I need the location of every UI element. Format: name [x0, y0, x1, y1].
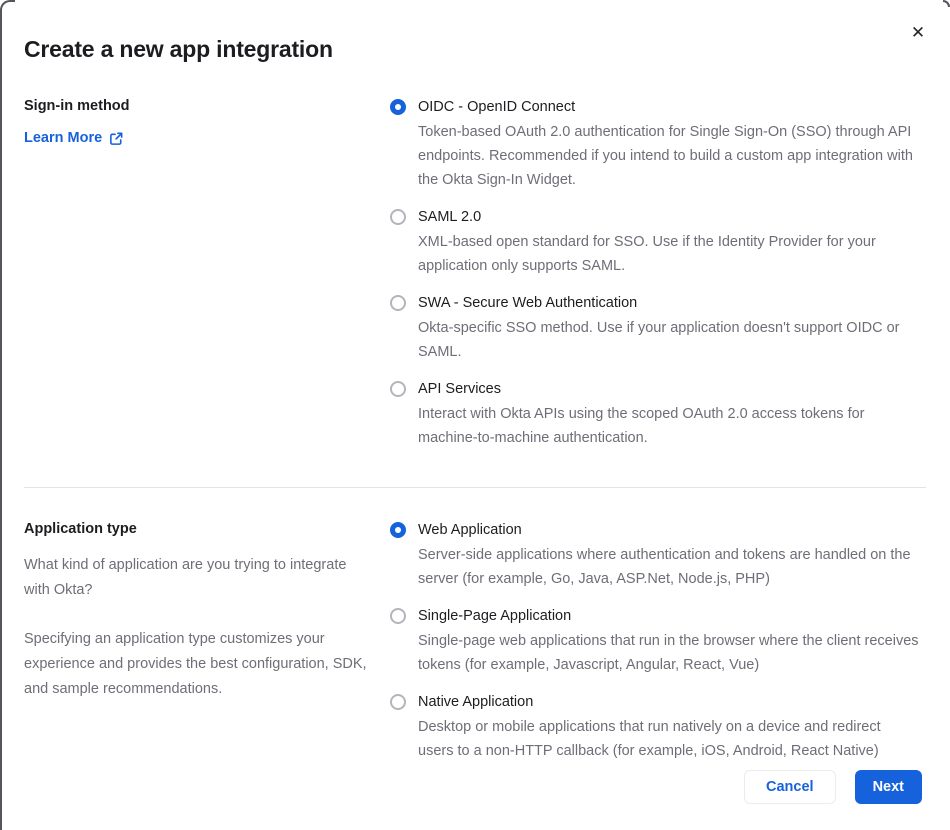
radio-option-web-application[interactable]: Web Application Server-side applications… [390, 519, 926, 591]
radio-option-label: API Services [418, 381, 501, 397]
radio-option-swa[interactable]: SWA - Secure Web Authentication Okta-spe… [390, 292, 926, 364]
radio-option-api-services[interactable]: API Services Interact with Okta APIs usi… [390, 378, 926, 450]
radio-option-description: Single-page web applications that run in… [418, 633, 919, 673]
application-type-label: Application type [24, 521, 137, 537]
window-left-border [0, 9, 2, 830]
learn-more-label: Learn More [24, 130, 103, 146]
radio-option-native-application[interactable]: Native Application Desktop or mobile app… [390, 691, 926, 763]
radio-option-description: Interact with Okta APIs using the scoped… [418, 406, 865, 446]
radio-option-description: Token-based OAuth 2.0 authentication for… [418, 124, 913, 188]
signin-method-label: Sign-in method [24, 98, 130, 114]
application-type-section: Application type What kind of applicatio… [24, 519, 926, 777]
close-icon: ✕ [910, 22, 926, 42]
cancel-button[interactable]: Cancel [744, 770, 836, 804]
radio-option-label: SAML 2.0 [418, 209, 482, 225]
radio-option-label: Single-Page Application [418, 608, 572, 624]
radio-option-label: Web Application [418, 522, 522, 538]
radio-option-single-page-application[interactable]: Single-Page Application Single-page web … [390, 605, 926, 677]
window-corner-top-left [0, 0, 15, 15]
radio-unselected-icon[interactable] [390, 694, 406, 710]
radio-option-label: SWA - Secure Web Authentication [418, 295, 638, 311]
modal-title: Create a new app integration [24, 36, 333, 62]
radio-unselected-icon[interactable] [390, 209, 406, 225]
radio-unselected-icon[interactable] [390, 381, 406, 397]
modal-footer: Cancel Next [744, 770, 922, 804]
application-type-intro: What kind of application are you trying … [24, 557, 347, 598]
next-button[interactable]: Next [854, 770, 922, 804]
signin-method-section: Sign-in method Learn More OIDC - OpenID … [24, 96, 926, 464]
radio-unselected-icon[interactable] [390, 608, 406, 624]
radio-selected-icon[interactable] [390, 99, 406, 115]
radio-option-label: OIDC - OpenID Connect [418, 99, 576, 115]
application-type-options: Web Application Server-side applications… [390, 519, 926, 777]
application-type-note: Specifying an application type customize… [24, 631, 367, 697]
section-divider [24, 487, 926, 488]
radio-option-label: Native Application [418, 694, 534, 710]
radio-selected-icon[interactable] [390, 522, 406, 538]
radio-option-description: Desktop or mobile applications that run … [418, 719, 881, 759]
radio-unselected-icon[interactable] [390, 295, 406, 311]
external-link-icon [109, 131, 124, 146]
radio-option-oidc[interactable]: OIDC - OpenID Connect Token-based OAuth … [390, 96, 926, 192]
learn-more-link[interactable]: Learn More [24, 130, 124, 146]
signin-method-options: OIDC - OpenID Connect Token-based OAuth … [390, 96, 926, 464]
radio-option-description: Okta-specific SSO method. Use if your ap… [418, 320, 900, 360]
radio-option-saml[interactable]: SAML 2.0 XML-based open standard for SSO… [390, 206, 926, 278]
signin-method-left-column: Sign-in method Learn More [24, 96, 372, 464]
application-type-left-column: Application type What kind of applicatio… [24, 519, 372, 777]
radio-option-description: XML-based open standard for SSO. Use if … [418, 234, 876, 274]
modal-dialog: Create a new app integration Sign-in met… [0, 0, 950, 777]
close-button[interactable]: ✕ [906, 20, 930, 44]
radio-option-description: Server-side applications where authentic… [418, 547, 911, 587]
